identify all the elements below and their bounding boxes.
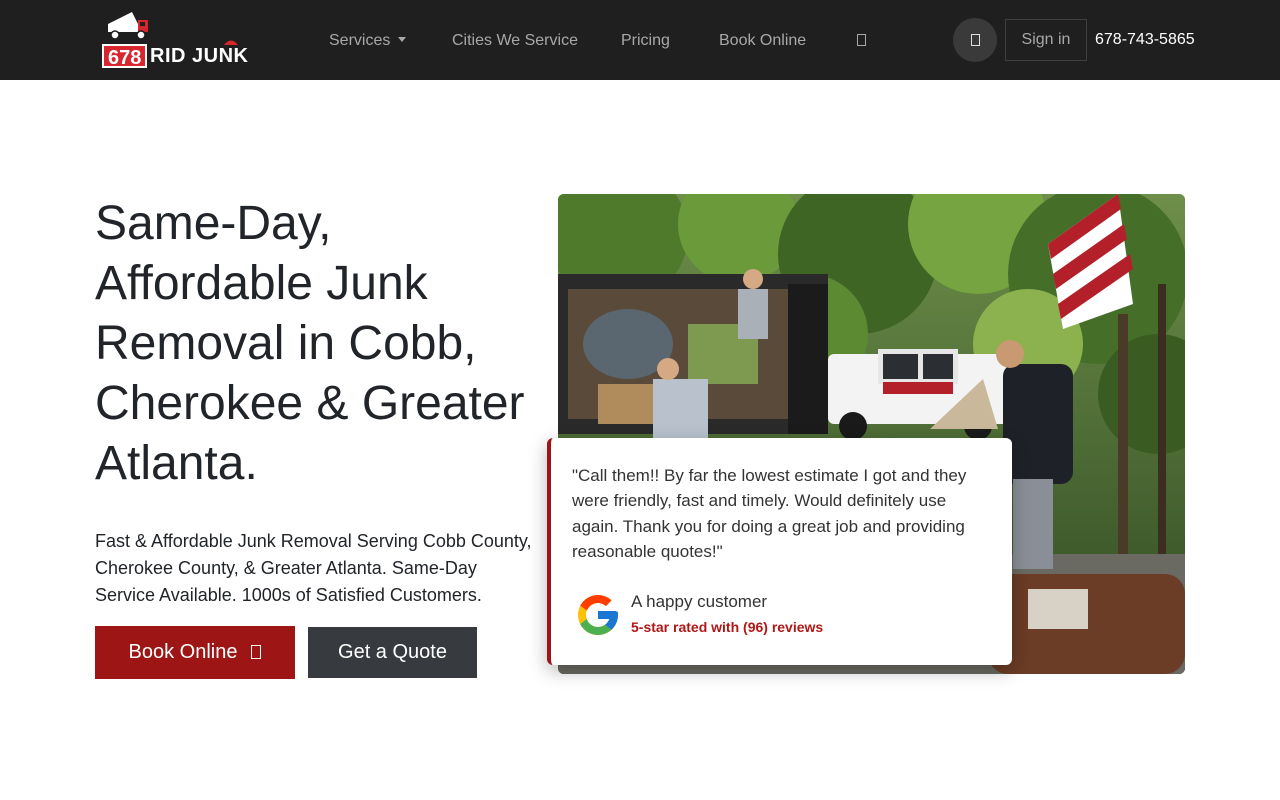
nav-item-cities[interactable]: Cities We Service xyxy=(452,30,578,52)
square-icon xyxy=(251,645,262,659)
hero-title: Same-Day, Affordable Junk Removal in Cob… xyxy=(95,197,525,490)
review-card: "Call them!! By far the lowest estimate … xyxy=(547,438,1012,665)
book-online-label: Book Online xyxy=(128,641,238,663)
reviewer-name: A happy customer xyxy=(631,592,768,611)
nav-item-book-online[interactable]: Book Online xyxy=(719,30,806,52)
get-quote-button[interactable]: Get a Quote xyxy=(308,627,477,678)
icon-button[interactable] xyxy=(953,18,997,62)
navbar: 678 RID JUNK Services Cities We Service … xyxy=(0,0,1280,80)
nav-item-label: Services xyxy=(329,32,391,49)
rating-text: 5-star rated with (96) reviews xyxy=(631,619,824,635)
square-icon[interactable] xyxy=(857,34,866,46)
sign-in-button[interactable]: Sign in xyxy=(1005,19,1087,61)
book-online-button[interactable]: Book Online xyxy=(95,626,295,679)
logo-name: RID JUNK xyxy=(150,45,249,67)
brand-logo[interactable]: 678 RID JUNK xyxy=(100,10,260,70)
logo-number: 678 xyxy=(102,44,148,69)
hero-subtitle: Fast & Affordable Junk Removal Serving C… xyxy=(95,531,532,605)
nav-item-services[interactable]: Services xyxy=(329,30,407,52)
hat-icon xyxy=(224,40,238,45)
chevron-down-icon xyxy=(398,37,407,42)
phone-link[interactable]: 678-743-5865 xyxy=(1095,29,1195,51)
nav-item-pricing[interactable]: Pricing xyxy=(621,30,670,52)
square-icon xyxy=(971,34,980,46)
google-icon xyxy=(578,595,618,635)
review-quote: "Call them!! By far the lowest estimate … xyxy=(572,466,967,561)
dump-truck-icon xyxy=(108,12,148,40)
